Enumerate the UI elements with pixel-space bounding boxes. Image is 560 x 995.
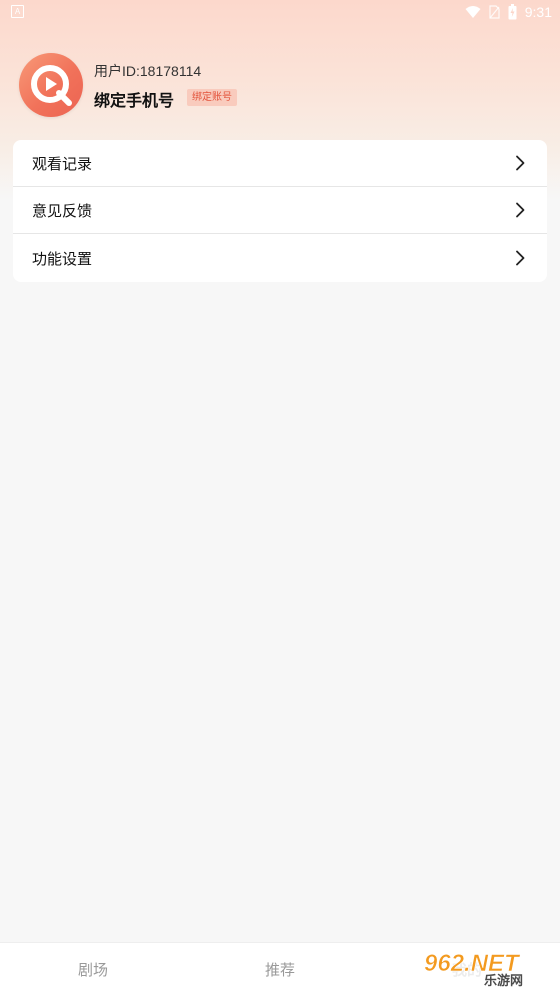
menu-item-label: 观看记录 [32,154,93,173]
avatar[interactable] [19,53,83,117]
watermark-subtitle: 乐游网 [484,973,523,989]
user-id: 用户ID:18178114 [94,63,202,79]
chevron-right-icon [516,202,525,218]
status-bar: A 9:31 [0,0,560,24]
tab-recommend[interactable]: 推荐 [265,959,295,980]
menu-item-label: 功能设置 [32,249,93,268]
watermark-brand: 962.NET [424,950,521,977]
watermark-logo: 962.NET 乐游网 [420,945,554,989]
battery-icon [508,4,517,20]
wifi-icon [465,5,481,19]
chevron-right-icon [516,155,525,171]
menu-item-settings[interactable]: 功能设置 [13,234,547,282]
bind-account-badge[interactable]: 绑定账号 [187,89,237,106]
status-time: 9:31 [524,4,552,20]
menu-item-feedback[interactable]: 意见反馈 [13,187,547,234]
tab-theater[interactable]: 剧场 [78,959,108,980]
bind-phone-link[interactable]: 绑定手机号 [94,87,174,111]
no-sim-icon [489,5,500,19]
menu-item-label: 意见反馈 [32,201,93,220]
notification-icon: A [11,5,24,18]
menu-card: 观看记录 意见反馈 功能设置 [13,140,547,282]
chevron-right-icon [516,250,525,266]
menu-item-watch-history[interactable]: 观看记录 [13,140,547,187]
play-bubble-icon [31,65,72,106]
status-icons: 9:31 [465,2,552,22]
